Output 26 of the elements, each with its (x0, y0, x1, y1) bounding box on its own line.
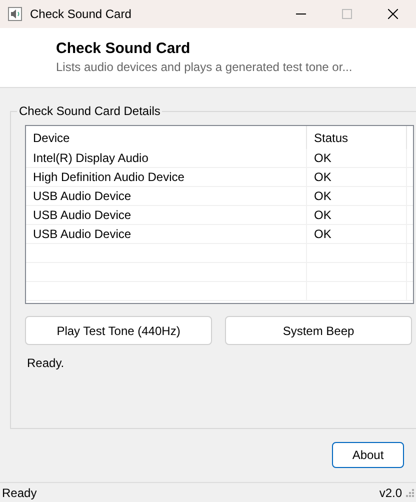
resize-grip-icon (406, 488, 414, 496)
close-icon (388, 9, 398, 19)
version-text: v2.0 (379, 484, 402, 502)
table-cell-text: OK (314, 169, 332, 186)
column-header[interactable]: Device (33, 128, 70, 146)
table-cell-text: Intel(R) Display Audio (33, 150, 148, 167)
status-message: Ready. (27, 355, 66, 372)
table-cell-text: OK (314, 188, 332, 205)
table-cell-text: OK (314, 226, 332, 243)
column-header[interactable]: Status (314, 128, 348, 146)
table-cell-text: USB Audio Device (33, 226, 132, 243)
window-title: Check Sound Card (30, 6, 132, 23)
header-subtitle: Lists audio devices and plays a generated test tone or... (56, 59, 354, 75)
table-cell-text: USB Audio Device (33, 207, 132, 224)
about-button[interactable]: About (332, 442, 404, 468)
action-button[interactable]: System Beep (225, 316, 412, 345)
group-title: Check Sound Card Details (17, 104, 162, 118)
table-cell-text: OK (314, 150, 332, 167)
header-title: Check Sound Card (56, 40, 192, 58)
status-text: Ready (2, 484, 37, 502)
maximize-icon (342, 9, 352, 19)
table-cell-text: High Definition Audio Device (33, 169, 184, 186)
table-cell-text: USB Audio Device (33, 188, 132, 205)
action-button[interactable]: Play Test Tone (440Hz) (25, 316, 212, 345)
table-cell-text: OK (314, 207, 332, 224)
speaker-icon (8, 7, 22, 21)
